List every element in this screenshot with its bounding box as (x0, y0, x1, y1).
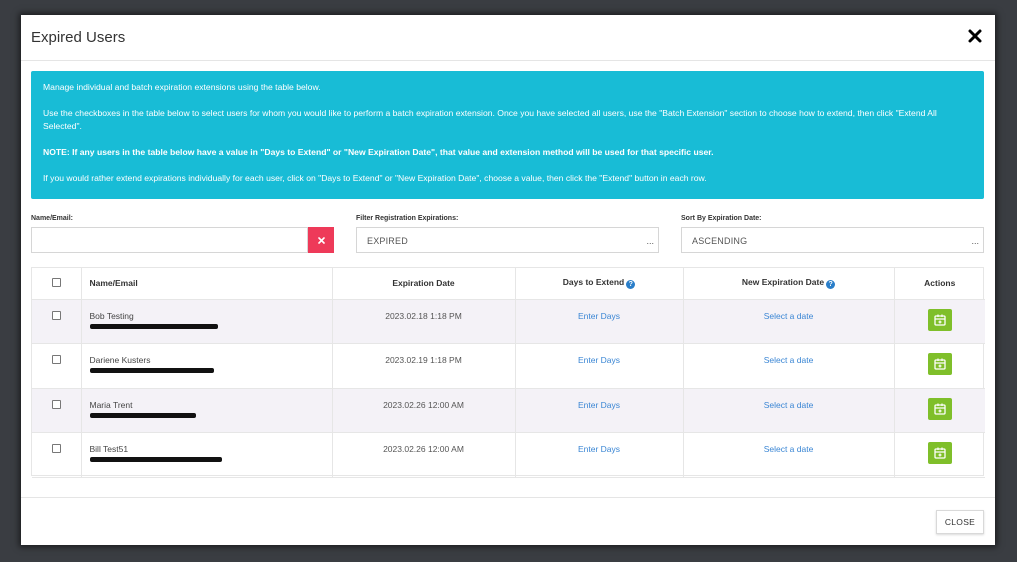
extend-button[interactable] (927, 353, 952, 375)
modal-title: Expired Users (31, 29, 126, 46)
registration-filter-dots: ... (646, 236, 654, 246)
row-days-cell: Enter Days (515, 299, 684, 344)
close-icon[interactable] (967, 28, 983, 44)
calendar-plus-icon (934, 358, 946, 370)
question-circle-icon[interactable]: ? (826, 280, 836, 290)
calendar-plus-icon (934, 314, 946, 326)
registration-filter-value: EXPIRED (367, 236, 408, 246)
row-expiration: 2023.02.18 1:18 PM (332, 299, 516, 344)
header-actions: Actions (894, 268, 985, 300)
modal-footer: CLOSE (21, 497, 995, 545)
header-expiration-date: Expiration Date (332, 268, 516, 300)
row-actions-cell (894, 343, 985, 389)
question-circle-icon[interactable]: ? (626, 280, 636, 290)
row-days-cell: Enter Days (515, 343, 684, 389)
select-date-link[interactable]: Select a date (764, 311, 814, 321)
select-all-cell (32, 268, 82, 300)
header-name-email: Name/Email (81, 268, 333, 300)
row-days-cell: Enter Days (515, 388, 684, 433)
row-checkbox-cell (32, 299, 82, 344)
select-date-link[interactable]: Select a date (764, 444, 814, 454)
sort-value: ASCENDING (692, 236, 748, 246)
row-date-cell: Select a date (683, 299, 895, 344)
header-days-to-extend: Days to Extend? (515, 268, 684, 300)
enter-days-link[interactable]: Enter Days (578, 444, 620, 454)
calendar-plus-icon (934, 403, 946, 415)
redacted-email (89, 368, 214, 373)
sort-select[interactable]: ASCENDING ... (681, 227, 984, 253)
user-name: Dariene Kusters (89, 355, 151, 365)
row-name-cell: Maria Trent (81, 388, 333, 433)
close-button[interactable]: CLOSE (936, 510, 984, 534)
enter-days-link[interactable]: Enter Days (578, 400, 620, 410)
sort-dots: ... (971, 236, 979, 246)
table-row: Dariene Kusters 2023.02.19 1:18 PM Enter… (32, 343, 985, 389)
row-date-cell: Select a date (683, 343, 895, 389)
table-row: Bob Testing 2023.02.18 1:18 PM Enter Day… (32, 299, 985, 344)
row-name-cell: Bill Test51 (81, 432, 333, 478)
row-checkbox[interactable] (51, 399, 61, 409)
row-checkbox-cell (32, 432, 82, 478)
row-days-cell: Enter Days (515, 432, 684, 478)
name-email-input[interactable] (31, 227, 308, 253)
row-expiration: 2023.02.19 1:18 PM (332, 343, 516, 389)
select-date-link[interactable]: Select a date (764, 355, 814, 365)
sort-label: Sort By Expiration Date: (681, 215, 762, 222)
info-line-4: If you would rather extend expirations i… (43, 173, 707, 183)
expired-users-modal: Expired Users Manage individual and batc… (21, 15, 995, 545)
user-name: Bob Testing (89, 310, 134, 321)
row-checkbox-cell (32, 388, 82, 433)
row-name-cell: Dariene Kusters (81, 343, 333, 389)
row-checkbox[interactable] (51, 444, 61, 453)
extend-button[interactable] (927, 308, 952, 331)
enter-days-link[interactable]: Enter Days (578, 355, 620, 365)
row-expiration: 2023.02.26 12:00 AM (332, 388, 516, 433)
row-date-cell: Select a date (683, 432, 895, 478)
user-name: Bill Test51 (89, 444, 129, 454)
header-new-date-label: New Expiration Date (741, 277, 825, 288)
table-header-row: Name/Email Expiration Date Days to Exten… (32, 268, 985, 300)
row-actions-cell (894, 432, 985, 478)
redacted-email (89, 457, 222, 462)
row-checkbox-cell (32, 343, 82, 389)
calendar-plus-icon (934, 447, 946, 459)
redacted-email (89, 412, 196, 418)
registration-filter-select[interactable]: EXPIRED ... (356, 227, 659, 253)
name-email-label: Name/Email: (31, 215, 74, 222)
row-date-cell: Select a date (683, 388, 895, 433)
row-actions-cell (894, 388, 985, 433)
table-row: Maria Trent 2023.02.26 12:00 AM Enter Da… (32, 388, 985, 433)
info-line-2: Use the checkboxes in the table below to… (43, 108, 937, 131)
row-actions-cell (894, 299, 985, 344)
row-checkbox[interactable] (51, 355, 61, 364)
row-name-cell: Bob Testing (81, 299, 333, 344)
clear-filter-button[interactable] (308, 227, 334, 253)
header-days-label: Days to Extend (562, 277, 625, 288)
header-new-expiration-date: New Expiration Date? (683, 268, 895, 300)
info-box: Manage individual and batch expiration e… (31, 71, 984, 199)
extend-button[interactable] (927, 397, 952, 420)
expired-users-table: Name/Email Expiration Date Days to Exten… (31, 267, 985, 478)
modal-header: Expired Users (21, 15, 995, 61)
redacted-email (89, 323, 218, 329)
row-checkbox[interactable] (51, 310, 61, 320)
extend-button[interactable] (927, 442, 952, 464)
info-line-1: Manage individual and batch expiration e… (43, 82, 321, 92)
row-expiration: 2023.02.26 12:00 AM (332, 432, 516, 478)
select-all-checkbox[interactable] (51, 277, 61, 287)
info-note: NOTE: If any users in the table below ha… (43, 147, 714, 157)
clear-x-icon (317, 236, 325, 244)
enter-days-link[interactable]: Enter Days (578, 311, 620, 321)
table-row: Bill Test51 2023.02.26 12:00 AM Enter Da… (32, 432, 985, 478)
select-date-link[interactable]: Select a date (764, 400, 814, 410)
registration-filter-label: Filter Registration Expirations: (356, 215, 459, 222)
user-name: Maria Trent (89, 399, 133, 410)
